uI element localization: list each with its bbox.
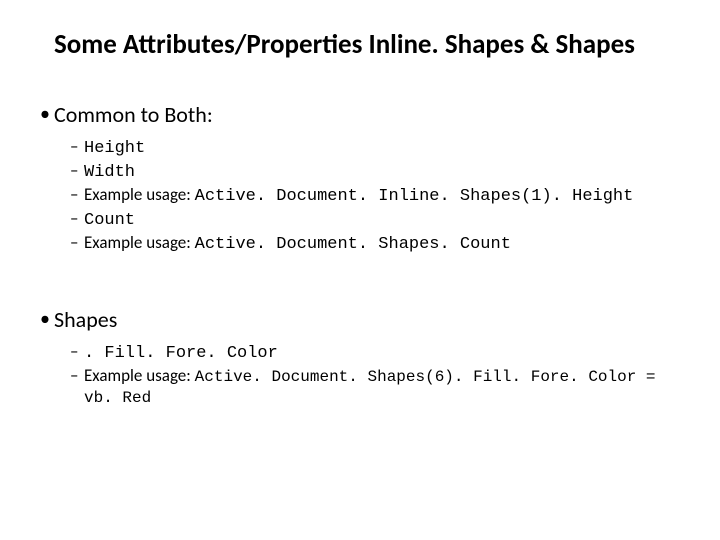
dash-icon: – (70, 160, 84, 181)
list-item: – . Fill. Fore. Color (70, 341, 680, 363)
list-item-text: Example usage: Active. Document. Inline.… (84, 184, 633, 206)
section-common-heading: • Common to Both: (40, 101, 680, 128)
section-heading-text: Shapes (54, 306, 117, 333)
list-item-text: Count (84, 208, 135, 230)
list-item: – Width (70, 160, 680, 182)
section-shapes-heading: • Shapes (40, 306, 680, 333)
dash-icon: – (70, 136, 84, 157)
list-item: – Example usage: Active. Document. Inlin… (70, 184, 680, 206)
dash-icon: – (70, 341, 84, 362)
dash-icon: – (70, 365, 84, 386)
section-heading-text: Common to Both: (54, 101, 213, 128)
list-item-text: Height (84, 136, 145, 158)
list-item: – Count (70, 208, 680, 230)
list-item-text: . Fill. Fore. Color (84, 341, 278, 363)
slide-title: Some Attributes/Properties Inline. Shape… (54, 28, 680, 61)
list-item-text: Width (84, 160, 135, 182)
list-item-text: Example usage: Active. Document. Shapes.… (84, 232, 511, 254)
dash-icon: – (70, 232, 84, 253)
bullet-icon: • (40, 306, 54, 332)
list-item-text: Example usage: Active. Document. Shapes(… (84, 365, 680, 407)
dash-icon: – (70, 184, 84, 205)
slide: Some Attributes/Properties Inline. Shape… (0, 0, 720, 540)
dash-icon: – (70, 208, 84, 229)
list-item: – Height (70, 136, 680, 158)
list-item: – Example usage: Active. Document. Shape… (70, 232, 680, 254)
list-item: – Example usage: Active. Document. Shape… (70, 365, 680, 407)
bullet-icon: • (40, 101, 54, 127)
